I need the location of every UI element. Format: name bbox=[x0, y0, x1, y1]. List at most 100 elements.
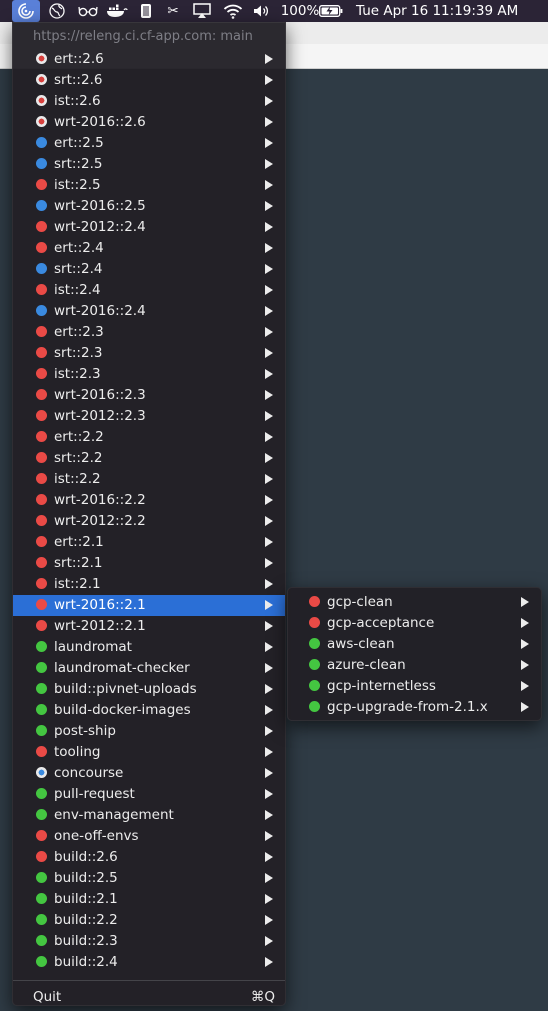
pipeline-item[interactable]: wrt-2012::2.1 bbox=[13, 616, 285, 637]
menu-separator bbox=[13, 980, 285, 981]
pipeline-item[interactable]: wrt-2012::2.2 bbox=[13, 511, 285, 532]
clock[interactable]: Tue Apr 16 11:19:39 AM bbox=[356, 0, 526, 22]
pipeline-item[interactable]: post-ship bbox=[13, 721, 285, 742]
concourse-status-icon[interactable] bbox=[12, 0, 40, 22]
job-item[interactable]: aws-clean bbox=[288, 634, 541, 655]
pipeline-item[interactable]: ert::2.5 bbox=[13, 133, 285, 154]
pipeline-item[interactable]: one-off-envs bbox=[13, 826, 285, 847]
pipeline-item[interactable]: ist::2.1 bbox=[13, 574, 285, 595]
pipeline-item-label: build::2.4 bbox=[54, 954, 118, 970]
status-dot-icon bbox=[36, 725, 47, 736]
chevron-right-icon bbox=[265, 327, 273, 337]
pipeline-item[interactable]: build::2.3 bbox=[13, 931, 285, 952]
job-item[interactable]: gcp-upgrade-from-2.1.x bbox=[288, 697, 541, 718]
globe-icon[interactable] bbox=[46, 0, 68, 22]
status-dot-icon bbox=[36, 242, 47, 253]
volume-icon[interactable] bbox=[251, 0, 273, 22]
status-dot-icon bbox=[36, 872, 47, 883]
pipeline-item[interactable]: ist::2.2 bbox=[13, 469, 285, 490]
pipeline-item-label: ert::2.1 bbox=[54, 534, 104, 550]
pipeline-item-label: build::2.5 bbox=[54, 870, 118, 886]
pipeline-item[interactable]: ert::2.3 bbox=[13, 322, 285, 343]
wifi-icon[interactable] bbox=[221, 0, 245, 22]
pipeline-item[interactable]: build::2.1 bbox=[13, 889, 285, 910]
job-item[interactable]: gcp-clean bbox=[288, 592, 541, 613]
chevron-right-icon bbox=[265, 810, 273, 820]
chevron-right-icon bbox=[265, 54, 273, 64]
chevron-right-icon bbox=[265, 894, 273, 904]
pipeline-item[interactable]: laundromat bbox=[13, 637, 285, 658]
chevron-right-icon bbox=[265, 117, 273, 127]
pipeline-item[interactable]: ert::2.6 bbox=[13, 49, 285, 70]
battery-charging-icon[interactable] bbox=[318, 0, 344, 22]
pipeline-item[interactable]: build-docker-images bbox=[13, 700, 285, 721]
pipeline-item[interactable]: wrt-2016::2.4 bbox=[13, 301, 285, 322]
chevron-right-icon bbox=[265, 747, 273, 757]
pipeline-item[interactable]: ist::2.3 bbox=[13, 364, 285, 385]
pipeline-list: ert::2.6 srt::2.6 ist::2.6 wrt-2016::2.6 ert… bbox=[13, 49, 285, 973]
pipeline-item[interactable]: wrt-2016::2.3 bbox=[13, 385, 285, 406]
pipeline-item[interactable]: ist::2.4 bbox=[13, 280, 285, 301]
status-dot-icon bbox=[36, 410, 47, 421]
status-dot-icon bbox=[309, 680, 320, 691]
status-dot-icon bbox=[36, 305, 47, 316]
pipeline-item[interactable]: srt::2.1 bbox=[13, 553, 285, 574]
pipeline-item[interactable]: srt::2.5 bbox=[13, 154, 285, 175]
pipeline-item[interactable]: build::2.4 bbox=[13, 952, 285, 973]
job-list: gcp-clean gcp-acceptance aws-clean azure-cl… bbox=[288, 592, 541, 718]
pipeline-item-label: srt::2.5 bbox=[54, 156, 103, 172]
pipeline-item[interactable]: wrt-2016::2.6 bbox=[13, 112, 285, 133]
status-dot-icon bbox=[36, 767, 47, 778]
airplay-icon[interactable] bbox=[191, 0, 213, 22]
pipeline-item[interactable]: ert::2.4 bbox=[13, 238, 285, 259]
job-item[interactable]: azure-clean bbox=[288, 655, 541, 676]
quit-menu-item[interactable]: Quit ⌘Q bbox=[13, 987, 285, 1008]
chevron-right-icon bbox=[265, 579, 273, 589]
pipeline-item[interactable]: wrt-2016::2.5 bbox=[13, 196, 285, 217]
pipeline-item[interactable]: env-management bbox=[13, 805, 285, 826]
status-dot-icon bbox=[36, 578, 47, 589]
pipeline-item[interactable]: ert::2.1 bbox=[13, 532, 285, 553]
pipeline-item[interactable]: wrt-2016::2.1 bbox=[13, 595, 285, 616]
pipeline-item[interactable]: build::pivnet-uploads bbox=[13, 679, 285, 700]
pipeline-item-label: wrt-2016::2.2 bbox=[54, 492, 146, 508]
chevron-right-icon bbox=[521, 702, 529, 712]
battery-percentage[interactable]: 100% bbox=[281, 0, 320, 22]
pipeline-item[interactable]: pull-request bbox=[13, 784, 285, 805]
pipeline-item[interactable]: ist::2.5 bbox=[13, 175, 285, 196]
glasses-icon[interactable] bbox=[76, 0, 100, 22]
pipeline-item[interactable]: wrt-2016::2.2 bbox=[13, 490, 285, 511]
pipeline-item[interactable]: srt::2.6 bbox=[13, 70, 285, 91]
chevron-right-icon bbox=[265, 348, 273, 358]
pipeline-item[interactable]: laundromat-checker bbox=[13, 658, 285, 679]
job-item[interactable]: gcp-internetless bbox=[288, 676, 541, 697]
job-item[interactable]: gcp-acceptance bbox=[288, 613, 541, 634]
docker-icon[interactable] bbox=[104, 0, 130, 22]
pipeline-item-label: laundromat-checker bbox=[54, 660, 190, 676]
pipeline-item-label: ert::2.2 bbox=[54, 429, 104, 445]
pipeline-item[interactable]: ist::2.6 bbox=[13, 91, 285, 112]
status-dot-icon bbox=[309, 617, 320, 628]
scissors-icon[interactable]: ✂ bbox=[163, 0, 183, 22]
pipeline-item-label: build::2.6 bbox=[54, 849, 118, 865]
pipeline-item[interactable]: build::2.2 bbox=[13, 910, 285, 931]
pipeline-item-label: wrt-2016::2.5 bbox=[54, 198, 146, 214]
pipeline-item[interactable]: build::2.6 bbox=[13, 847, 285, 868]
pipeline-item[interactable]: srt::2.2 bbox=[13, 448, 285, 469]
pipeline-item[interactable]: srt::2.4 bbox=[13, 259, 285, 280]
pipeline-item[interactable]: concourse bbox=[13, 763, 285, 784]
pipeline-item[interactable]: srt::2.3 bbox=[13, 343, 285, 364]
status-dot-icon bbox=[36, 179, 47, 190]
pipeline-item[interactable]: wrt-2012::2.4 bbox=[13, 217, 285, 238]
chevron-right-icon bbox=[265, 663, 273, 673]
memory-icon[interactable] bbox=[137, 0, 155, 22]
status-dot-icon bbox=[36, 830, 47, 841]
chevron-right-icon bbox=[265, 537, 273, 547]
pipeline-item[interactable]: tooling bbox=[13, 742, 285, 763]
status-dot-icon bbox=[36, 326, 47, 337]
chevron-right-icon bbox=[265, 243, 273, 253]
pipeline-item[interactable]: ert::2.2 bbox=[13, 427, 285, 448]
pipeline-item-label: srt::2.2 bbox=[54, 450, 103, 466]
pipeline-item[interactable]: wrt-2012::2.3 bbox=[13, 406, 285, 427]
pipeline-item[interactable]: build::2.5 bbox=[13, 868, 285, 889]
